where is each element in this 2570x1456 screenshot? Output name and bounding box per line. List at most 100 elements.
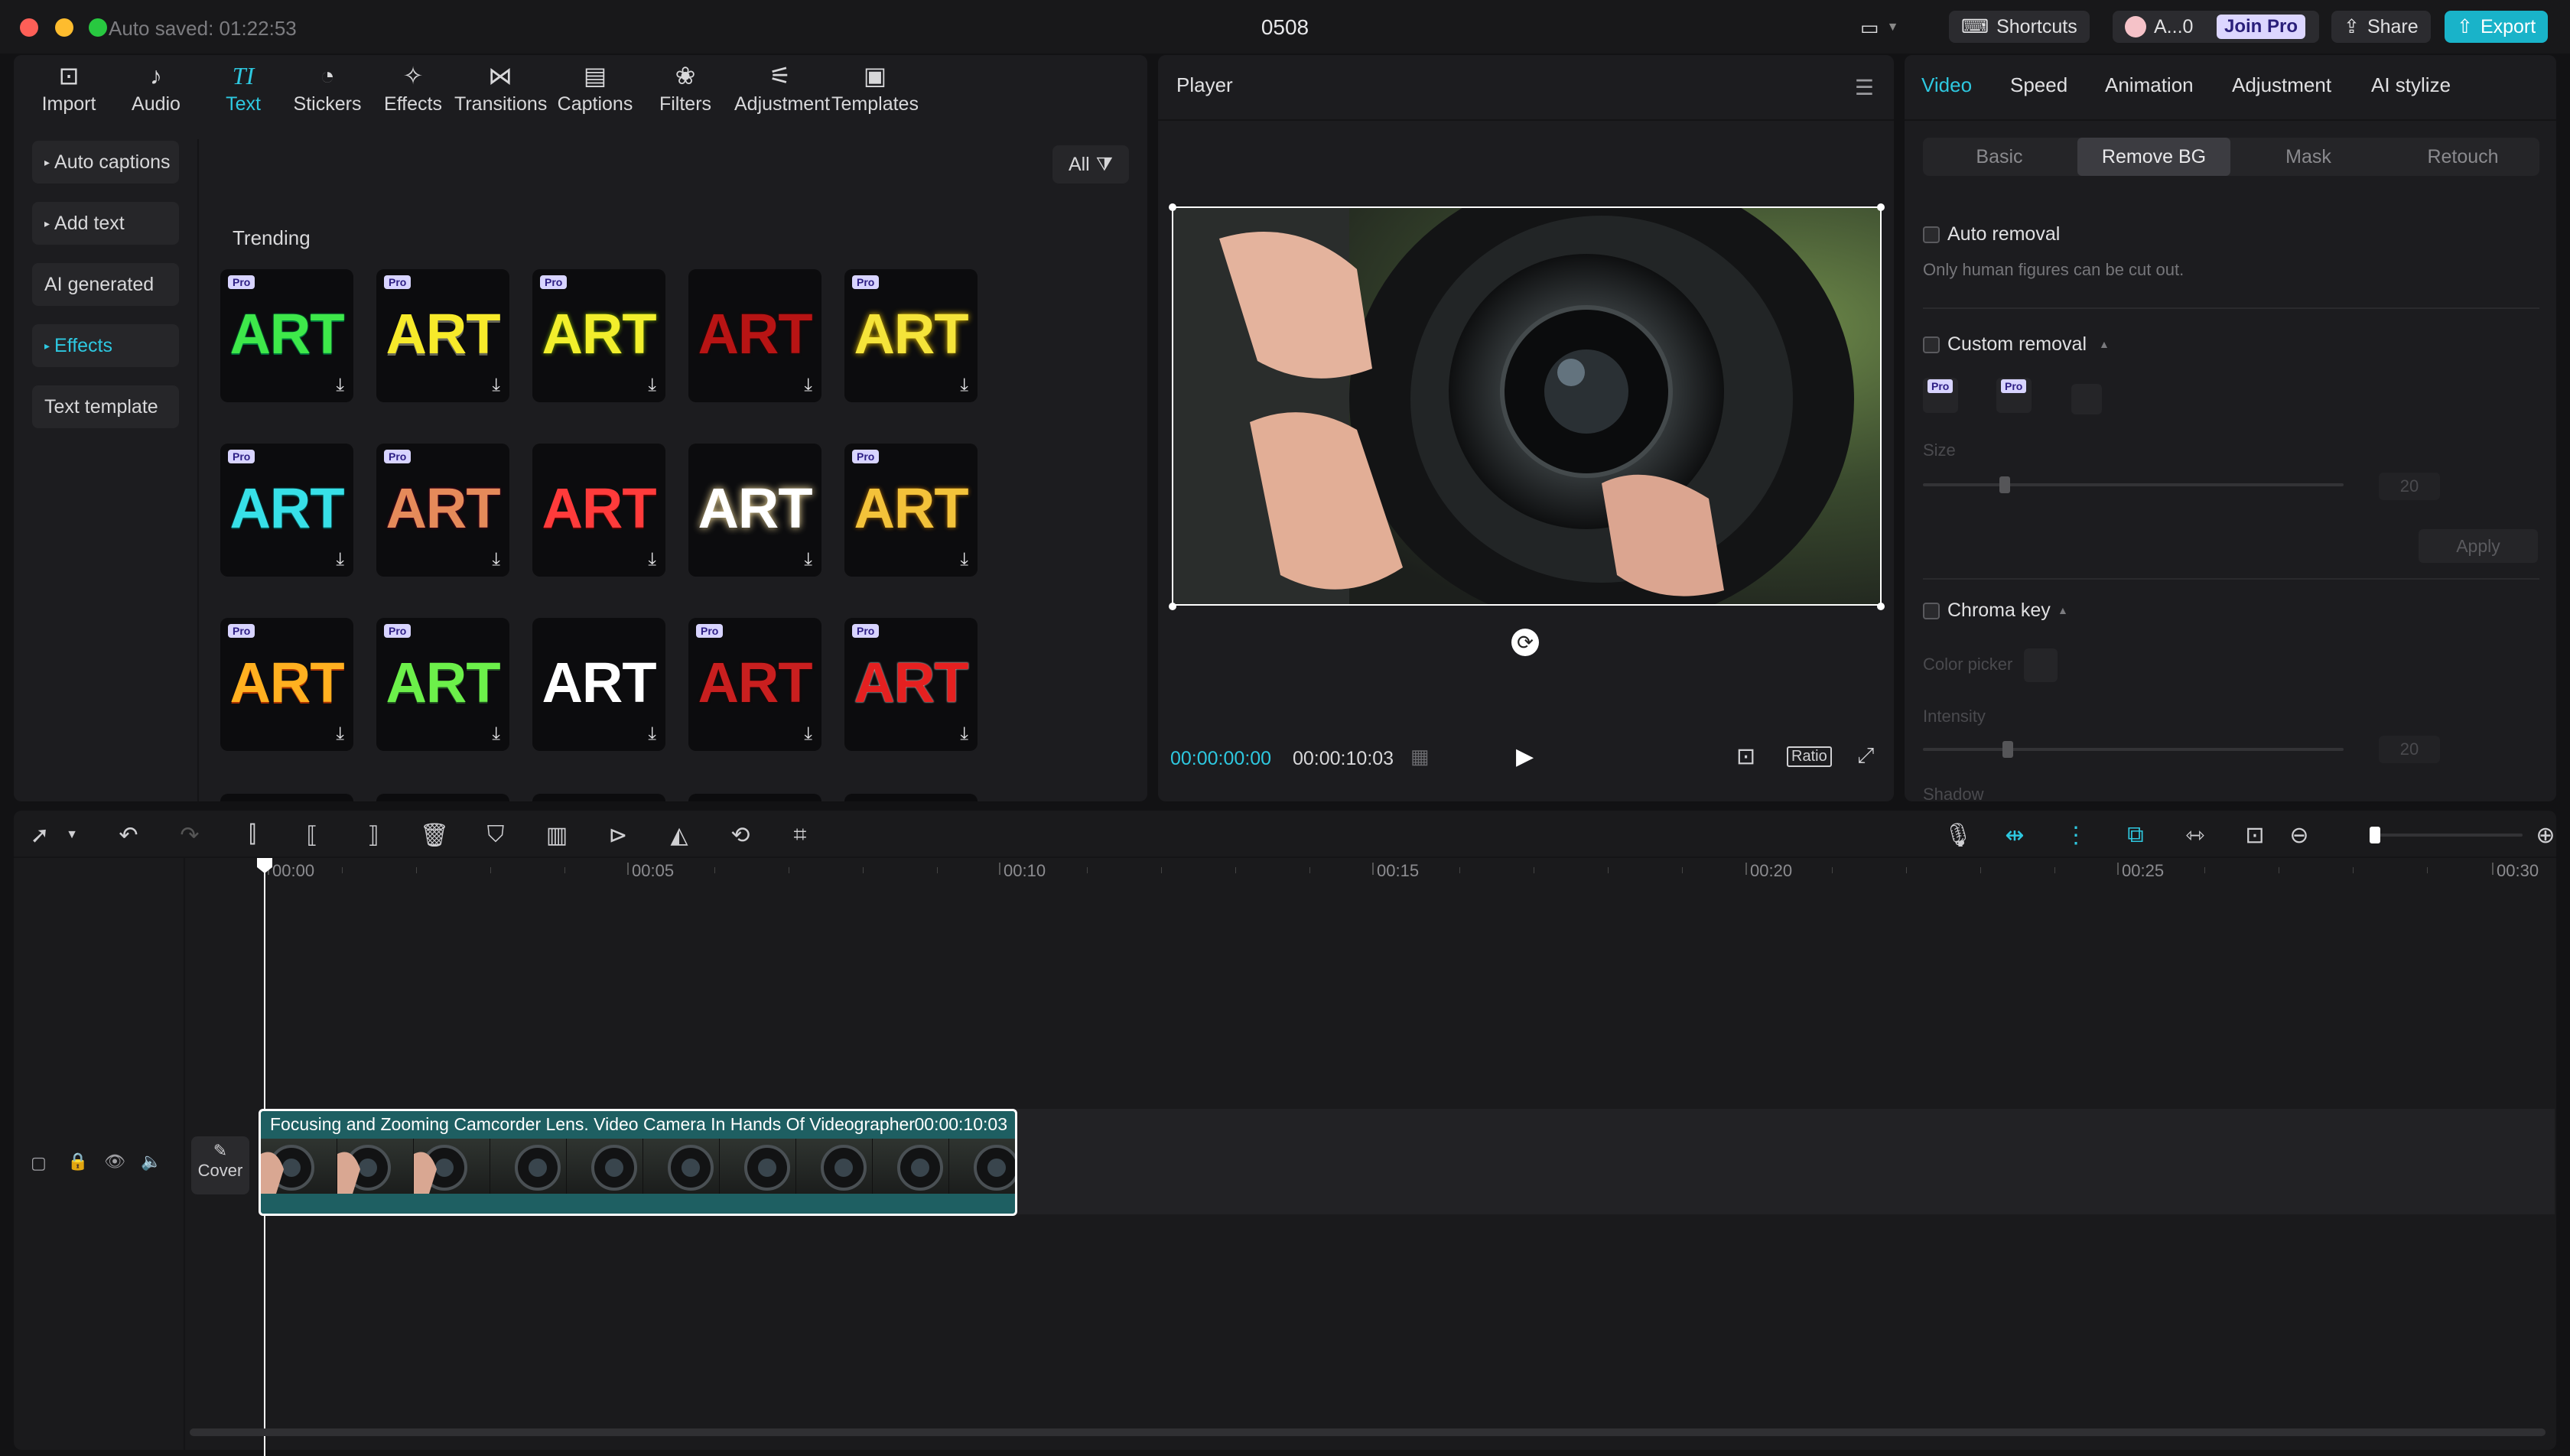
minimize-window-button[interactable]: [55, 18, 73, 37]
text-effect-tile[interactable]: ART Pro ⤓: [376, 444, 509, 577]
download-icon[interactable]: ⤓: [804, 549, 812, 570]
download-icon[interactable]: ⤓: [492, 723, 500, 745]
sidemenu-effects[interactable]: ▸ Effects: [32, 324, 179, 367]
cover-button[interactable]: ✎ Cover: [191, 1136, 249, 1194]
redo-icon[interactable]: ↷: [173, 818, 207, 852]
tool-stickers[interactable]: ◔ Stickers: [281, 58, 373, 115]
tab-video[interactable]: Video: [1921, 73, 1972, 97]
export-button[interactable]: ⇧ Export: [2445, 11, 2549, 43]
microphone-icon[interactable]: 🎙: [1941, 818, 1975, 852]
text-effect-tile[interactable]: ART Pro ⤓: [220, 618, 353, 751]
clear-tool[interactable]: [2071, 384, 2102, 414]
text-effect-tile[interactable]: ART ⤓: [532, 444, 665, 577]
speed-icon[interactable]: ⊳: [601, 818, 635, 852]
close-window-button[interactable]: [20, 18, 38, 37]
timeline-scrollbar[interactable]: [190, 1428, 2546, 1436]
download-icon[interactable]: ⤓: [804, 723, 812, 745]
size-slider[interactable]: [1923, 476, 2344, 493]
resize-handle-br[interactable]: [1877, 603, 1885, 610]
download-icon[interactable]: ⤓: [648, 375, 656, 396]
tool-text[interactable]: TI Text: [197, 58, 289, 115]
text-effect-tile[interactable]: ART Pro ⤓: [532, 269, 665, 402]
segment-retouch[interactable]: Retouch: [2386, 138, 2539, 176]
layout-button[interactable]: ▭ ▼: [1854, 14, 1905, 41]
text-effect-tile[interactable]: ART Pro ⤓: [844, 444, 978, 577]
chevron-up-icon[interactable]: ▲: [2058, 604, 2068, 616]
text-effect-tile[interactable]: ART Pro ⤓: [220, 269, 353, 402]
text-effect-tile[interactable]: ART Pro ⤓: [688, 618, 821, 751]
lock-icon[interactable]: 🔒: [67, 1152, 88, 1172]
rotate-icon[interactable]: ⟳: [1511, 629, 1539, 656]
zoom-in-icon[interactable]: ⊕: [2529, 818, 2562, 852]
crop-icon[interactable]: ⌗: [783, 818, 817, 852]
text-effect-tile[interactable]: ART Pro ⤓: [844, 269, 978, 402]
tab-ai-stylize[interactable]: AI stylize: [2371, 73, 2451, 97]
chroma-key-checkbox[interactable]: [1923, 603, 1940, 619]
freeze-icon[interactable]: ▥: [540, 818, 574, 852]
sidemenu-auto-captions[interactable]: ▸ Auto captions: [32, 141, 179, 184]
zoom-out-icon[interactable]: ⊖: [2282, 818, 2316, 852]
share-button[interactable]: ⇪ Share: [2331, 11, 2431, 43]
sidemenu-text-template[interactable]: Text template: [32, 385, 179, 428]
resize-handle-bl[interactable]: [1169, 603, 1176, 610]
download-icon[interactable]: ⤓: [336, 549, 344, 570]
download-icon[interactable]: ⤓: [648, 723, 656, 745]
linkage-icon[interactable]: ⧉: [2119, 818, 2152, 852]
tab-speed[interactable]: Speed: [2010, 73, 2067, 97]
download-icon[interactable]: ⤓: [336, 375, 344, 396]
download-icon[interactable]: ⤓: [336, 723, 344, 745]
download-icon[interactable]: ⤓: [960, 549, 968, 570]
sidemenu-add-text[interactable]: ▸ Add text: [32, 202, 179, 245]
zoom-fit-icon[interactable]: ⊡: [1736, 743, 1755, 770]
split-icon[interactable]: ⫿: [236, 818, 269, 852]
text-effect-tile[interactable]: ART ⤓: [688, 269, 821, 402]
tool-import[interactable]: ⊡ Import: [23, 58, 115, 115]
segment-basic[interactable]: Basic: [1923, 138, 2076, 176]
ratio-button[interactable]: Ratio: [1787, 746, 1832, 767]
sidemenu-ai-generated[interactable]: AI generated: [32, 263, 179, 306]
chevron-down-icon[interactable]: ▼: [55, 818, 89, 852]
preview-axis-icon[interactable]: ⇿: [2178, 818, 2212, 852]
zoom-fit-icon[interactable]: ⊡: [2238, 818, 2272, 852]
chevron-up-icon[interactable]: ▲: [2099, 338, 2110, 350]
tool-adjustment[interactable]: ⚟ Adjustment: [734, 58, 830, 115]
resize-handle-tl[interactable]: [1169, 203, 1176, 211]
video-preview[interactable]: [1172, 206, 1882, 606]
intensity-slider[interactable]: [1923, 741, 2344, 758]
download-icon[interactable]: ⤓: [960, 375, 968, 396]
tool-templates[interactable]: ▣ Templates: [829, 58, 921, 115]
mirror-icon[interactable]: ◭: [662, 818, 696, 852]
timeline-zoom-slider[interactable]: [2370, 827, 2523, 843]
tab-animation[interactable]: Animation: [2105, 73, 2194, 97]
intensity-value[interactable]: 20: [2379, 736, 2440, 763]
tool-audio[interactable]: ♪ Audio: [110, 58, 202, 115]
rotate-icon[interactable]: ⟲: [724, 818, 757, 852]
auto-removal-checkbox[interactable]: [1923, 226, 1940, 243]
download-icon[interactable]: ⤓: [804, 375, 812, 396]
video-clip[interactable]: Focusing and Zooming Camcorder Lens. Vid…: [259, 1109, 1017, 1216]
delete-icon[interactable]: 🗑: [418, 818, 451, 852]
resize-handle-tr[interactable]: [1877, 203, 1885, 211]
shortcuts-button[interactable]: ⌨ Shortcuts: [1949, 11, 2090, 43]
menu-icon[interactable]: ☰: [1855, 75, 1874, 100]
tool-transitions[interactable]: ⋈ Transitions: [454, 58, 547, 115]
select-tool-icon[interactable]: ➚: [23, 818, 57, 852]
trim-left-icon[interactable]: ⟦: [295, 818, 329, 852]
zoom-window-button[interactable]: [89, 18, 107, 37]
segment-mask[interactable]: Mask: [2232, 138, 2385, 176]
text-effect-tile[interactable]: ART Pro ⤓: [376, 269, 509, 402]
custom-removal-checkbox[interactable]: [1923, 336, 1940, 353]
download-icon[interactable]: ⤓: [960, 723, 968, 745]
play-icon[interactable]: ▶: [1516, 743, 1534, 770]
grid-icon[interactable]: ▦: [1410, 745, 1430, 769]
color-picker-swatch[interactable]: [2024, 648, 2058, 682]
join-pro-button[interactable]: Join Pro: [2217, 15, 2306, 39]
apply-button[interactable]: Apply: [2419, 529, 2538, 563]
text-effect-tile[interactable]: ART Pro ⤓: [220, 444, 353, 577]
download-icon[interactable]: ⤓: [648, 549, 656, 570]
fullscreen-icon[interactable]: ⤢: [1857, 743, 1874, 769]
auto-snap-icon[interactable]: ⋮: [2059, 818, 2093, 852]
tool-filters[interactable]: ❀ Filters: [639, 58, 731, 115]
download-icon[interactable]: ⤓: [492, 375, 500, 396]
text-effect-tile[interactable]: ART ⤓: [532, 618, 665, 751]
